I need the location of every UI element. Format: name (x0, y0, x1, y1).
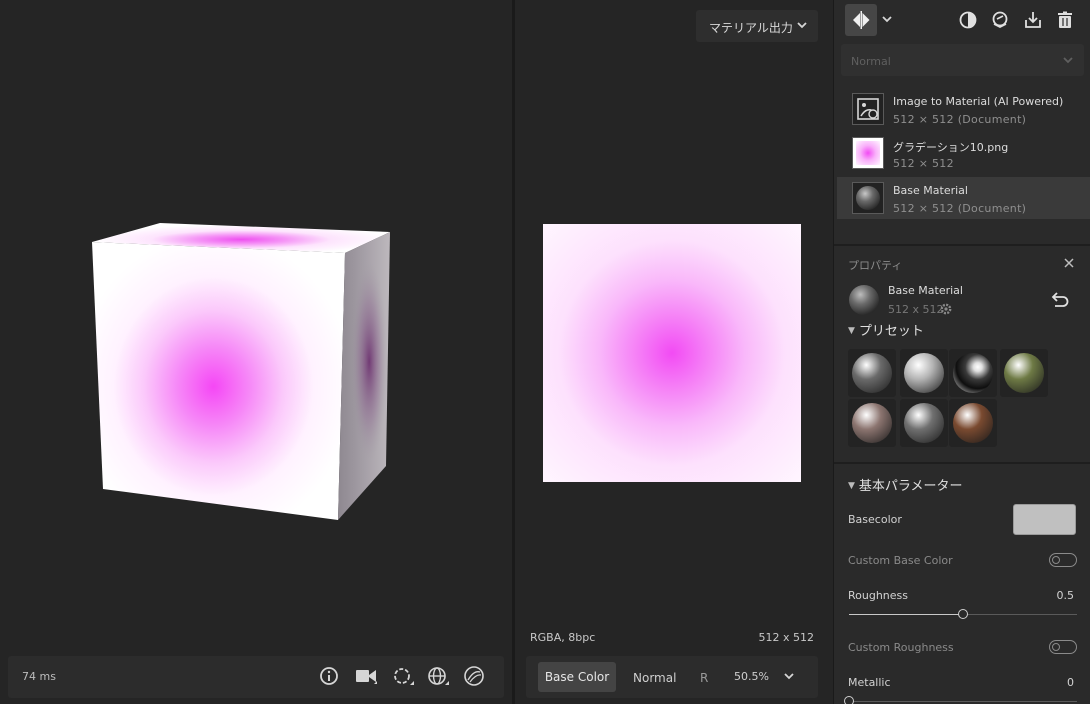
panel-toolbar (834, 0, 1090, 40)
custom-base-color-toggle[interactable] (1049, 553, 1077, 567)
material-sphere-thumbnail (852, 182, 884, 214)
basic-params-header[interactable]: ▼ 基本パラメーター (848, 475, 963, 494)
layer-image-to-material[interactable]: Image to Material (AI Powered) 512 × 512… (837, 88, 1090, 130)
chevron-down-icon: ▼ (848, 481, 855, 491)
material-sphere-icon (849, 285, 879, 315)
environment-icon[interactable] (391, 664, 415, 688)
roughness-slider[interactable] (849, 609, 1077, 619)
chevron-down-icon[interactable] (881, 13, 893, 25)
camera-icon[interactable] (354, 664, 378, 688)
custom-roughness-label: Custom Roughness (848, 641, 954, 654)
texture-size: 512 x 512 (758, 631, 815, 644)
presets-header[interactable]: ▼ プリセット (848, 320, 924, 339)
metallic-slider[interactable] (844, 696, 1077, 704)
basic-params-title: 基本パラメーター (858, 479, 963, 494)
preset-sphere (852, 403, 892, 443)
preset-sphere (852, 353, 892, 393)
preset-chrome[interactable] (949, 349, 997, 397)
preset-metal-grey[interactable] (900, 399, 948, 447)
cube-front-face (92, 242, 345, 520)
viewport-2d[interactable]: マテリアル出力 RGBA, 8bpc 512 x 512 Base Color … (515, 0, 833, 704)
custom-roughness-toggle[interactable] (1049, 640, 1077, 654)
close-icon[interactable] (1062, 256, 1076, 270)
metallic-label: Metallic (848, 676, 891, 689)
layer-size: 512 × 512 (893, 157, 954, 170)
add-layer-icon[interactable] (990, 10, 1010, 30)
basecolor-swatch[interactable] (1013, 504, 1076, 535)
layer-size: 512 × 512 (Document) (893, 202, 1027, 215)
viewport-toolbar: 74 ms (8, 656, 504, 698)
slider-handle[interactable] (958, 609, 968, 619)
layer-base-material[interactable]: Base Material 512 × 512 (Document) (837, 177, 1090, 219)
slider-fill (849, 614, 963, 615)
preset-rose[interactable] (848, 399, 896, 447)
fill-layer-icon[interactable] (958, 10, 978, 30)
trash-icon[interactable] (1055, 10, 1075, 30)
channel-r-button[interactable]: R (700, 671, 708, 685)
preset-plastic-light[interactable] (900, 349, 948, 397)
chevron-down-icon[interactable] (782, 669, 796, 683)
image-to-material-icon (852, 93, 884, 125)
preset-sphere (953, 403, 993, 443)
custom-base-color-label: Custom Base Color (848, 554, 953, 567)
layer-name: Image to Material (AI Powered) (893, 95, 1064, 108)
texture-format: RGBA, 8bpc (530, 631, 596, 644)
channel-bar: Base Color Normal R 50.5% (526, 656, 818, 698)
channel-base-color-button[interactable]: Base Color (538, 662, 616, 692)
channel-normal-button[interactable]: Normal (633, 671, 676, 685)
properties-title: プロパティ (848, 259, 903, 272)
divider (834, 244, 1090, 246)
material-size: 512 x 512 (888, 303, 944, 316)
layer-size: 512 × 512 (Document) (893, 113, 1027, 126)
gradient-thumbnail (852, 137, 884, 169)
cube-side-glow (338, 232, 390, 520)
preset-sphere (1004, 353, 1044, 393)
gear-icon[interactable] (939, 302, 953, 316)
preset-sphere (904, 353, 944, 393)
preset-olive[interactable] (1000, 349, 1048, 397)
export-label: マテリアル出力 (709, 21, 793, 35)
divider (834, 462, 1090, 464)
reset-icon[interactable] (1049, 290, 1071, 308)
info-icon[interactable] (317, 664, 341, 688)
toggle-knob (1052, 555, 1060, 564)
blend-mode-select[interactable]: Normal (841, 44, 1084, 76)
frame-time: 74 ms (22, 670, 56, 683)
roughness-label: Roughness (848, 589, 909, 602)
presets-title: プリセット (858, 324, 924, 339)
layer-name: グラデーション10.png (893, 141, 1009, 154)
zoom-level[interactable]: 50.5% (734, 670, 769, 683)
globe-icon[interactable] (426, 664, 450, 688)
layer-name: Base Material (893, 184, 968, 197)
preset-copper[interactable] (949, 399, 997, 447)
preset-sphere (953, 353, 993, 393)
layer-gradient-png[interactable]: グラデーション10.png 512 × 512 (837, 132, 1090, 174)
preset-plastic-dark[interactable] (848, 349, 896, 397)
layers-panel: Normal Image to Material (AI Powered) 51… (833, 0, 1090, 704)
slider-handle[interactable] (844, 696, 854, 704)
metallic-value: 0 (1067, 676, 1074, 689)
material-ball-icon[interactable] (462, 664, 486, 688)
material-name: Base Material (888, 284, 963, 297)
import-icon[interactable] (1023, 10, 1043, 30)
chevron-down-icon (1063, 57, 1073, 64)
chevron-down-icon: ▼ (848, 326, 855, 336)
material-export-button[interactable]: マテリアル出力 (696, 10, 818, 42)
blend-mode-value: Normal (851, 55, 891, 68)
texture-preview[interactable] (543, 224, 801, 482)
preset-sphere (904, 403, 944, 443)
split-view-button[interactable] (845, 4, 877, 36)
toggle-knob (1052, 642, 1060, 651)
roughness-value: 0.5 (1056, 589, 1075, 602)
basecolor-label: Basecolor (848, 513, 902, 526)
viewport-3d[interactable]: 74 ms (0, 0, 512, 704)
chevron-down-icon (797, 22, 807, 29)
cube-model[interactable] (0, 0, 512, 656)
split-view-icon (853, 11, 870, 29)
